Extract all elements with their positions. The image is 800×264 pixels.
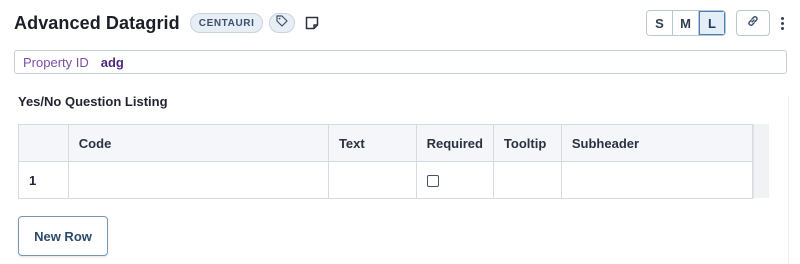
link-button[interactable] [736, 10, 770, 36]
table-row: 1 [18, 161, 754, 199]
required-cell [415, 161, 494, 199]
panel-divider [788, 96, 789, 264]
datagrid: Code Text Required Tooltip Subheader 1 [18, 124, 754, 199]
size-s-button[interactable]: S [647, 11, 673, 35]
header-row: Code Text Required Tooltip Subheader [18, 124, 754, 162]
centauri-badge: CENTAURI [189, 13, 264, 33]
grid-title: Yes/No Question Listing [18, 94, 168, 109]
new-row-button[interactable]: New Row [18, 216, 108, 256]
required-checkbox[interactable] [426, 175, 439, 188]
note-icon[interactable] [303, 14, 321, 32]
row-number: 1 [18, 161, 69, 199]
column-header-rownum [18, 124, 69, 162]
link-icon [746, 14, 760, 33]
column-header-code[interactable]: Code [67, 124, 329, 162]
column-header-text[interactable]: Text [327, 124, 417, 162]
property-id-bar: Property ID adg [14, 50, 787, 74]
subheader-cell[interactable] [560, 161, 754, 199]
size-m-button[interactable]: M [673, 11, 699, 35]
property-id-value: adg [100, 54, 124, 70]
text-cell[interactable] [327, 161, 417, 199]
code-cell[interactable] [67, 161, 329, 199]
component-header: Advanced Datagrid CENTAURI S M L [14, 8, 788, 38]
column-header-required[interactable]: Required [415, 124, 494, 162]
column-header-tooltip[interactable]: Tooltip [492, 124, 562, 162]
tag-button[interactable] [269, 13, 296, 33]
column-header-subheader[interactable]: Subheader [560, 124, 754, 162]
component-title: Advanced Datagrid [14, 12, 180, 33]
property-id-label: Property ID [23, 54, 89, 70]
tag-icon [276, 14, 289, 32]
kebab-menu-icon[interactable] [776, 10, 788, 36]
size-toggle-group: S M L [646, 10, 726, 36]
tooltip-cell[interactable] [492, 161, 562, 199]
size-l-button[interactable]: L [699, 11, 725, 35]
grid-scrollbar[interactable] [753, 124, 769, 198]
